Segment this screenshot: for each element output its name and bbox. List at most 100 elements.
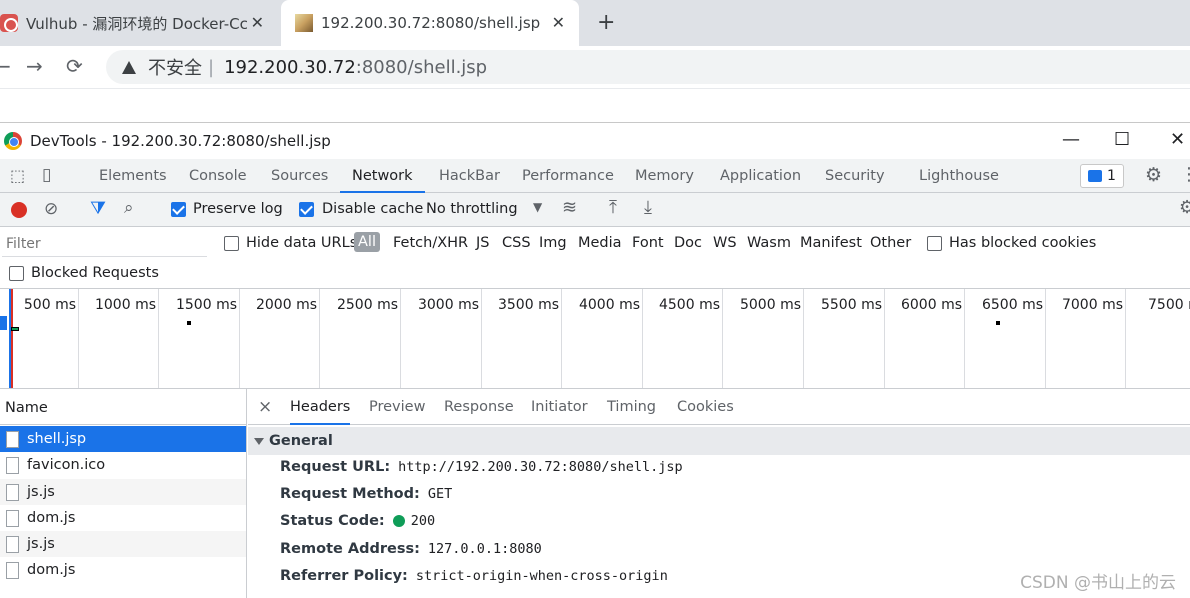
maximize-icon[interactable]: ☐ bbox=[1114, 129, 1130, 150]
tab-initiator[interactable]: Initiator bbox=[531, 389, 588, 425]
tab-preview[interactable]: Preview bbox=[369, 389, 425, 425]
request-row[interactable]: js.js bbox=[0, 479, 246, 505]
chevron-down-icon[interactable]: ▼ bbox=[533, 200, 542, 214]
has-blocked-cookies-label[interactable]: Has blocked cookies bbox=[949, 235, 1096, 251]
tab-hackbar[interactable]: HackBar bbox=[439, 159, 500, 193]
network-conditions-icon[interactable]: ≋ bbox=[562, 197, 577, 218]
network-settings-icon[interactable]: ⚙ bbox=[1179, 197, 1190, 218]
referrer-policy-row: Referrer Policy: strict-origin-when-cros… bbox=[280, 568, 668, 584]
tab-performance[interactable]: Performance bbox=[522, 159, 614, 193]
close-tab-icon[interactable]: ✕ bbox=[552, 13, 565, 32]
omnibox[interactable]: 不安全 | 192.200.30.72 :8080/shell.jsp bbox=[106, 50, 1190, 84]
disable-cache-label[interactable]: Disable cache bbox=[322, 201, 423, 217]
timeline-tick: 500 ms bbox=[0, 289, 79, 388]
timeline-tick: 6000 ms bbox=[885, 289, 965, 388]
close-tab-icon[interactable]: ✕ bbox=[251, 13, 264, 32]
blocked-requests-label[interactable]: Blocked Requests bbox=[31, 265, 159, 281]
inspect-element-icon[interactable]: ⬚ bbox=[10, 166, 25, 185]
devtools-window: DevTools - 192.200.30.72:8080/shell.jsp … bbox=[0, 122, 1190, 598]
name-column-header[interactable]: Name bbox=[0, 389, 246, 425]
reload-icon[interactable]: ⟳ bbox=[66, 54, 83, 78]
address-bar-row: ← → ⟳ 不安全 | 192.200.30.72 :8080/shell.js… bbox=[0, 46, 1190, 88]
back-icon[interactable]: ← bbox=[0, 54, 11, 78]
new-tab-button[interactable]: + bbox=[597, 10, 615, 35]
tab-network[interactable]: Network bbox=[340, 159, 425, 193]
tab-headers[interactable]: Headers bbox=[290, 389, 351, 425]
request-row[interactable]: favicon.ico bbox=[0, 452, 246, 478]
filter-type-font[interactable]: Font bbox=[632, 235, 664, 251]
hide-data-urls-label[interactable]: Hide data URLs bbox=[246, 235, 357, 251]
tick-label: 5000 ms bbox=[739, 297, 801, 313]
url-path[interactable]: :8080/shell.jsp bbox=[356, 57, 487, 78]
search-icon[interactable]: ⌕ bbox=[124, 198, 134, 218]
issues-badge[interactable]: 1 bbox=[1080, 164, 1124, 188]
file-icon bbox=[6, 561, 19, 579]
warning-icon[interactable] bbox=[122, 60, 136, 74]
close-window-icon[interactable]: ✕ bbox=[1170, 129, 1185, 150]
url-host[interactable]: 192.200.30.72 bbox=[224, 57, 356, 78]
chrome-logo-icon bbox=[4, 132, 22, 150]
filter-type-media[interactable]: Media bbox=[578, 235, 622, 251]
filter-funnel-icon[interactable]: ⧩ bbox=[90, 198, 106, 219]
filter-type-other[interactable]: Other bbox=[870, 235, 911, 251]
general-section-header[interactable]: General bbox=[248, 427, 1190, 455]
tab-timing[interactable]: Timing bbox=[607, 389, 656, 425]
request-row[interactable]: js.js bbox=[0, 531, 246, 557]
request-name: js.js bbox=[27, 536, 55, 552]
tab-console[interactable]: Console bbox=[189, 159, 247, 193]
tab-sources[interactable]: Sources bbox=[271, 159, 328, 193]
tab-response[interactable]: Response bbox=[444, 389, 514, 425]
export-har-icon[interactable]: ⤓ bbox=[644, 197, 652, 218]
close-detail-icon[interactable]: × bbox=[258, 389, 272, 425]
tick-label: 2500 ms bbox=[336, 297, 398, 313]
tab-lighthouse[interactable]: Lighthouse bbox=[919, 159, 999, 193]
disable-cache-checkbox[interactable] bbox=[299, 202, 314, 217]
clear-icon[interactable]: ⊘ bbox=[44, 199, 58, 219]
preserve-log-checkbox[interactable] bbox=[171, 202, 186, 217]
record-icon[interactable] bbox=[11, 202, 27, 218]
minimize-icon[interactable]: — bbox=[1062, 129, 1080, 150]
field-value: 200 bbox=[410, 513, 436, 529]
filter-type-css[interactable]: CSS bbox=[502, 235, 531, 251]
filter-type-ws[interactable]: WS bbox=[713, 235, 737, 251]
throttling-select[interactable]: No throttling bbox=[426, 201, 518, 217]
settings-gear-icon[interactable]: ⚙ bbox=[1145, 164, 1162, 186]
request-row[interactable]: dom.js bbox=[0, 557, 246, 583]
filter-type-fetch-xhr[interactable]: Fetch/XHR bbox=[393, 235, 468, 251]
timeline-tick: 6500 ms bbox=[965, 289, 1046, 388]
browser-tab-shell[interactable]: 192.200.30.72:8080/shell.jsp ✕ bbox=[281, 0, 579, 46]
request-marker bbox=[187, 321, 191, 325]
filter-type-manifest[interactable]: Manifest bbox=[800, 235, 862, 251]
browser-tab-vulhub[interactable]: Vulhub - 漏洞环境的 Docker-Cc ✕ bbox=[0, 0, 278, 46]
filter-type-all[interactable]: All bbox=[354, 232, 380, 252]
tab-application[interactable]: Application bbox=[720, 159, 801, 193]
general-section-title: General bbox=[269, 433, 333, 449]
request-name: dom.js bbox=[27, 510, 76, 526]
tick-label: 2000 ms bbox=[255, 297, 317, 313]
hide-data-urls-checkbox[interactable] bbox=[224, 236, 239, 251]
more-options-icon[interactable]: ⋮ bbox=[1180, 164, 1190, 185]
request-row[interactable]: shell.jsp bbox=[0, 426, 246, 452]
triangle-down-icon bbox=[254, 437, 264, 445]
tab-memory[interactable]: Memory bbox=[635, 159, 694, 193]
timeline-tick: 1000 ms bbox=[79, 289, 159, 388]
network-overview-timeline[interactable]: 500 ms 1000 ms 1500 ms 2000 ms 2500 ms 3… bbox=[0, 289, 1190, 389]
filter-type-wasm[interactable]: Wasm bbox=[747, 235, 791, 251]
filter-type-js[interactable]: JS bbox=[476, 235, 489, 251]
filter-type-img[interactable]: Img bbox=[539, 235, 567, 251]
device-toolbar-icon[interactable]: ▯ bbox=[42, 165, 51, 185]
has-blocked-cookies-checkbox[interactable] bbox=[927, 236, 942, 251]
filter-input[interactable] bbox=[2, 231, 207, 257]
timeline-tick: 7000 ms bbox=[1046, 289, 1126, 388]
filter-type-doc[interactable]: Doc bbox=[674, 235, 702, 251]
tab-security[interactable]: Security bbox=[825, 159, 885, 193]
tab-cookies[interactable]: Cookies bbox=[677, 389, 734, 425]
timeline-tick: 3500 ms bbox=[482, 289, 562, 388]
request-row[interactable]: dom.js bbox=[0, 505, 246, 531]
blocked-requests-checkbox[interactable] bbox=[9, 266, 24, 281]
import-har-icon[interactable]: ⤒ bbox=[609, 197, 617, 218]
tab-elements[interactable]: Elements bbox=[99, 159, 167, 193]
insecure-label[interactable]: 不安全 bbox=[148, 54, 202, 80]
preserve-log-label[interactable]: Preserve log bbox=[193, 201, 283, 217]
forward-icon[interactable]: → bbox=[26, 54, 43, 78]
